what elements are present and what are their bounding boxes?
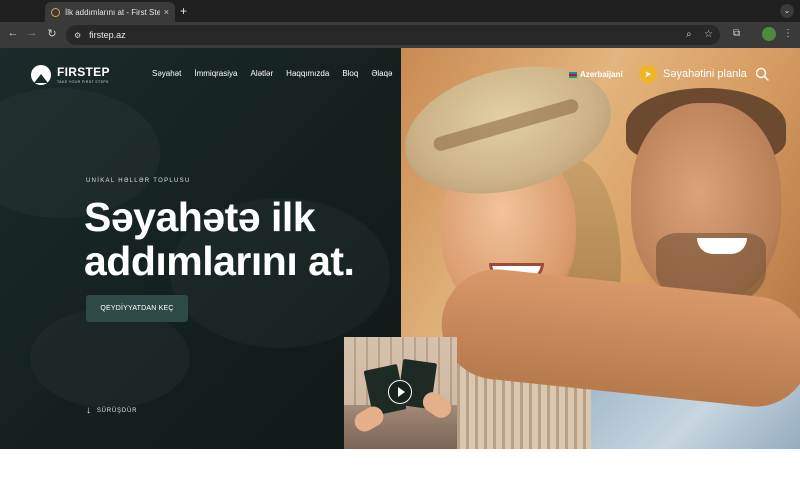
video-thumbnail[interactable] xyxy=(344,337,457,449)
extensions-icon[interactable]: ⧉ xyxy=(733,28,740,39)
url-text[interactable]: firstep.az xyxy=(89,30,126,40)
register-button[interactable]: QEYDİYYATDAN KEÇ xyxy=(86,295,188,322)
browser-tab[interactable]: İlk addımlarını at - First Step × xyxy=(45,2,175,22)
address-bar[interactable]: ⚙ firstep.az ⌕ ☆ xyxy=(66,25,720,45)
nav-item-travel[interactable]: Səyahət xyxy=(152,69,181,78)
nav-item-tools[interactable]: Alətlər xyxy=(250,69,273,78)
page-content: FIRSTEP TAKE YOUR FIRST STEPS Səyahət İm… xyxy=(0,48,800,500)
forward-icon[interactable]: → xyxy=(25,27,39,39)
logo-text: FIRSTEP TAKE YOUR FIRST STEPS xyxy=(57,66,110,84)
bookmark-star-icon[interactable]: ☆ xyxy=(704,25,713,45)
new-tab-button[interactable]: + xyxy=(180,4,187,18)
tab-search-icon[interactable]: ⌄ xyxy=(780,4,794,18)
language-selector[interactable]: Azerbaijani xyxy=(569,70,623,79)
profile-avatar-icon[interactable] xyxy=(762,27,776,41)
tab-title: İlk addımlarını at - First Step xyxy=(65,7,160,17)
world-map-shape xyxy=(30,308,190,408)
plan-trip-label: Səyahətini planla xyxy=(663,68,747,80)
language-label: Azerbaijani xyxy=(580,70,623,79)
hero-eyebrow: UNİKAL HƏLLƏR TOPLUSU xyxy=(86,178,191,184)
reload-icon[interactable]: ↻ xyxy=(45,27,59,40)
nav-item-about[interactable]: Haqqımızda xyxy=(286,69,329,78)
browser-menu-icon[interactable]: ⋮ xyxy=(783,28,793,39)
browser-toolbar: ← → ↻ ⚙ firstep.az ⌕ ☆ ⧉ ⋮ xyxy=(0,22,800,48)
site-logo[interactable]: FIRSTEP TAKE YOUR FIRST STEPS xyxy=(31,65,110,85)
nav-item-blog[interactable]: Bloq xyxy=(342,69,358,78)
nav-item-contact[interactable]: Əlaqə xyxy=(371,69,392,78)
search-icon[interactable] xyxy=(755,67,769,81)
close-tab-icon[interactable]: × xyxy=(164,7,169,17)
back-icon[interactable]: ← xyxy=(6,27,20,39)
hero-section: FIRSTEP TAKE YOUR FIRST STEPS Səyahət İm… xyxy=(0,48,800,449)
hero-photo-couple xyxy=(401,48,800,449)
main-nav: Səyahət İmmiqrasiya Alətlər Haqqımızda B… xyxy=(152,69,405,78)
zoom-icon[interactable]: ⌕ xyxy=(686,25,692,45)
arrow-down-icon: ↓ xyxy=(86,405,92,416)
scroll-label: SÜRÜŞDÜR xyxy=(96,407,138,414)
browser-tabstrip: İlk addımlarını at - First Step × + ⌄ xyxy=(0,0,800,22)
plan-trip-button[interactable]: ➤ Səyahətini planla xyxy=(639,65,747,83)
site-info-icon[interactable]: ⚙ xyxy=(74,31,81,40)
nav-item-immigration[interactable]: İmmiqrasiya xyxy=(194,69,237,78)
azerbaijan-flag-icon xyxy=(569,71,577,78)
favicon-icon xyxy=(51,7,60,17)
logo-icon xyxy=(31,65,51,85)
logo-name: FIRSTEP xyxy=(57,65,110,79)
logo-tagline: TAKE YOUR FIRST STEPS xyxy=(57,80,109,84)
scroll-down-link[interactable]: ↓ SÜRÜŞDÜR xyxy=(86,405,137,416)
paper-plane-icon: ➤ xyxy=(639,65,657,83)
play-icon[interactable] xyxy=(388,380,412,404)
hero-headline: Səyahətə ilk addımlarını at. xyxy=(84,194,355,284)
